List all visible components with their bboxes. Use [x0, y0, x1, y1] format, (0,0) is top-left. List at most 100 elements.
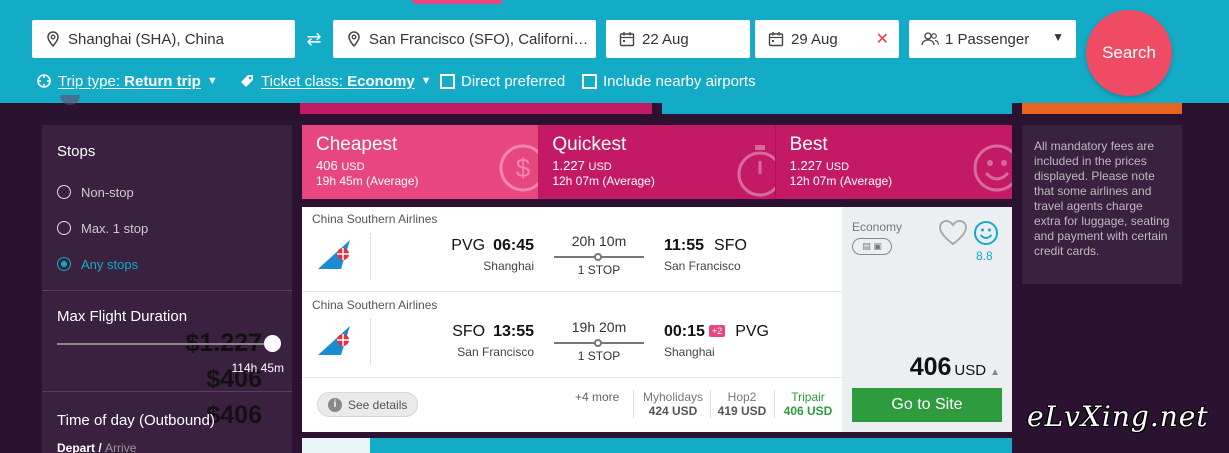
passenger-select[interactable]: 1 Passenger ▼ — [909, 20, 1076, 58]
passengers-icon — [915, 32, 945, 46]
nav-indicator — [413, 0, 502, 4]
vendor-price: 406 USD — [783, 404, 833, 418]
destination-field[interactable]: San Francisco (SFO), California, ... — [333, 20, 596, 58]
stop-count: 1 STOP — [577, 263, 621, 277]
dep-time: 13:55 — [493, 323, 534, 340]
arr-city: San Francisco — [664, 259, 741, 273]
origin-value: Shanghai (SHA), China — [68, 30, 224, 48]
tab-title: Quickest — [552, 134, 627, 155]
chevron-down-icon: ▼ — [206, 75, 218, 87]
svg-text:$: $ — [516, 153, 531, 183]
radio-button[interactable] — [57, 221, 71, 235]
arrive-toggle[interactable]: Arrive — [105, 441, 136, 453]
tab-duration: 12h 07m (Average) — [789, 174, 893, 188]
partial-icon — [60, 95, 80, 105]
outbound-departure: PVG 06:45 — [354, 237, 534, 255]
stop-count: 1 STOP — [577, 349, 621, 363]
dep-city: Shanghai — [483, 259, 534, 273]
cabin-class: Economy — [852, 220, 903, 234]
vendor-option-best[interactable]: Tripair 406 USD — [780, 390, 836, 418]
next-result-card[interactable] — [302, 438, 1012, 453]
chevron-down-icon: ▼ — [1052, 30, 1064, 44]
checkbox-box[interactable] — [440, 73, 455, 89]
more-vendors-link[interactable]: +4 more — [575, 390, 619, 404]
depart-date-field[interactable]: 22 Aug — [606, 20, 750, 58]
tab-price: 1.227 — [552, 158, 585, 173]
duration-value: 114h 45m — [231, 361, 284, 375]
calendar-icon — [761, 31, 791, 47]
search-button[interactable]: Search — [1086, 10, 1172, 96]
price-currency: USD — [954, 362, 987, 379]
divider — [710, 390, 711, 418]
arr-airport-code: SFO — [714, 237, 747, 254]
tab-currency: USD — [588, 161, 612, 173]
trip-type-icon — [36, 73, 52, 89]
divider — [633, 390, 634, 418]
smiley-icon — [972, 143, 1012, 198]
depart-toggle[interactable]: Depart — [57, 441, 95, 453]
flight-result-card[interactable]: China Southern Airlines PVG 06:45 Shangha… — [302, 207, 1012, 432]
duration-title: Max Flight Duration — [57, 308, 188, 325]
outbound-arrival: 11:55 SFO — [664, 237, 747, 255]
depart-arrive-toggle[interactable]: Depart / Arrive — [57, 441, 136, 453]
stop-option-any[interactable]: Any stops $406 — [57, 255, 274, 429]
origin-field[interactable]: Shanghai (SHA), China — [32, 20, 295, 58]
location-pin-icon — [339, 31, 369, 47]
ticket-class-prefix: Ticket class: — [261, 72, 348, 90]
tab-currency: USD — [825, 161, 850, 173]
radio-button-selected[interactable] — [57, 257, 71, 271]
arr-time: 00:15 — [664, 323, 705, 340]
stop-option-label: Max. 1 stop — [81, 220, 149, 236]
fees-notice: All mandatory fees are included in the p… — [1022, 125, 1182, 284]
next-card-tab — [302, 438, 370, 453]
checkbox-box[interactable] — [582, 73, 597, 89]
duration-slider-track[interactable] — [57, 343, 273, 345]
heart-icon[interactable] — [938, 219, 968, 251]
stopwatch-icon — [735, 143, 775, 199]
stop-option-max-one[interactable]: Max. 1 stop $406 — [57, 219, 274, 393]
vendor-name: Hop2 — [727, 390, 757, 404]
see-details-label: See details — [348, 397, 408, 412]
direct-preferred-checkbox[interactable]: Direct preferred — [440, 71, 565, 91]
chevron-down-icon: ▼ — [420, 75, 432, 87]
ticket-class-value: Economy — [347, 72, 415, 90]
nearby-airports-label: Include nearby airports — [603, 72, 756, 90]
see-details-button[interactable]: i See details — [317, 392, 419, 417]
tab-duration: 19h 45m (Average) — [316, 174, 419, 188]
inbound-departure: SFO 13:55 — [354, 323, 534, 341]
stop-option-nonstop[interactable]: Non-stop $1.227 — [57, 183, 274, 357]
ticket-class-dropdown[interactable]: Ticket class: Economy ▼ — [239, 71, 432, 91]
tab-cheapest[interactable]: Cheapest 406 USD 19h 45m (Average) $ — [302, 125, 539, 199]
nearby-airports-checkbox[interactable]: Include nearby airports — [582, 71, 756, 91]
itinerary: China Southern Airlines PVG 06:45 Shangha… — [302, 207, 842, 432]
stop-dot — [594, 253, 602, 261]
go-to-site-button[interactable]: Go to Site — [852, 388, 1002, 422]
flight-duration: 19h 20m — [571, 319, 627, 335]
price-value: 406 — [909, 353, 952, 381]
tab-quickest[interactable]: Quickest 1.227 USD 12h 07m (Average) — [538, 125, 776, 199]
vendor-price: 424 USD — [648, 404, 698, 418]
tag-icon — [239, 73, 255, 89]
location-pin-icon — [38, 31, 68, 47]
return-date-field[interactable]: 29 Aug ✕ — [755, 20, 899, 58]
dep-city: San Francisco — [457, 345, 534, 359]
vendor-option[interactable]: Hop2 419 USD — [714, 390, 770, 418]
divider — [302, 291, 842, 292]
trip-type-value: Return trip — [124, 72, 201, 90]
tab-best[interactable]: Best 1.227 USD 12h 07m (Average) — [775, 125, 1012, 199]
trip-type-dropdown[interactable]: Trip type: Return trip ▼ — [36, 71, 218, 91]
vendor-option[interactable]: Myholidays 424 USD — [639, 390, 707, 418]
swap-icon[interactable]: ⇄ — [303, 29, 325, 49]
duration-slider-handle[interactable] — [264, 335, 281, 352]
dep-airport-code: PVG — [451, 237, 486, 254]
baggage-icon: ▤ ▣ — [852, 238, 892, 255]
return-date-value: 29 Aug — [791, 30, 838, 48]
clear-return-icon[interactable]: ✕ — [876, 29, 889, 49]
depart-date-value: 22 Aug — [642, 30, 689, 48]
tab-duration: 12h 07m (Average) — [552, 174, 655, 188]
tab-title: Best — [789, 134, 828, 155]
radio-button[interactable] — [57, 185, 71, 199]
airline-name: China Southern Airlines — [312, 298, 438, 312]
stop-option-label: Any stops — [81, 256, 139, 272]
tab-price: 1.227 — [789, 158, 823, 173]
